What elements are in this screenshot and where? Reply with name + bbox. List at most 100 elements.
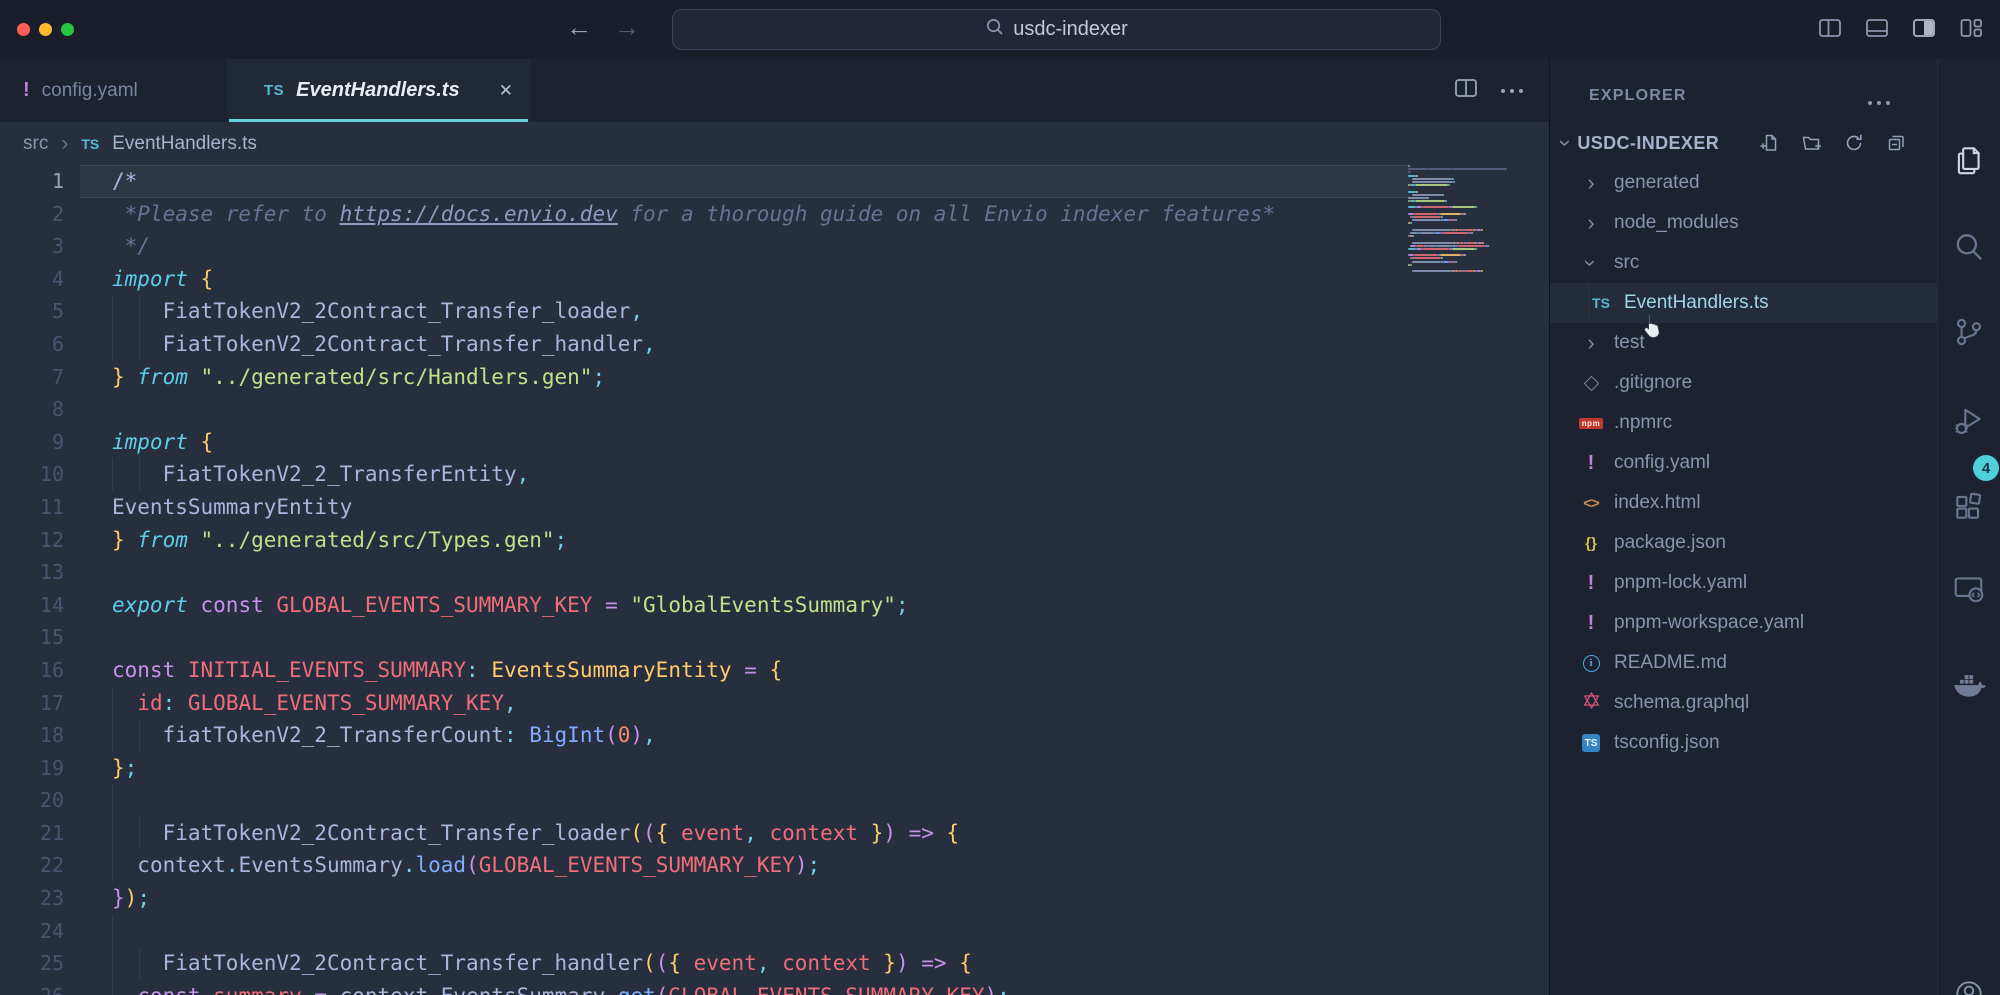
toggle-panel-icon[interactable]: [1864, 15, 1890, 41]
forward-button[interactable]: →: [614, 12, 640, 43]
line-number: 7: [0, 361, 64, 394]
tree-item-eventhandlers-ts[interactable]: TSEventHandlers.ts: [1550, 283, 1937, 323]
code-line-26[interactable]: 26 const summary = context.EventsSummary…: [0, 980, 1549, 995]
code-line-13[interactable]: 13: [0, 556, 1549, 589]
line-number: 6: [0, 328, 64, 361]
more-actions-icon[interactable]: [1501, 89, 1523, 93]
code-line-10[interactable]: 10 FiatTokenV2_2_TransferEntity,: [0, 458, 1549, 491]
tree-item-node-modules[interactable]: ›node_modules: [1550, 203, 1937, 243]
code-line-content: *Please refer to https://docs.envio.dev …: [112, 202, 1275, 226]
tree-item-pnpm-lock-yaml[interactable]: !pnpm-lock.yaml: [1550, 563, 1937, 603]
zoom-window-button[interactable]: [61, 23, 74, 36]
tree-item-config-yaml[interactable]: !config.yaml: [1550, 443, 1937, 483]
indent-guide: [112, 784, 113, 817]
code-line-15[interactable]: 15: [0, 621, 1549, 654]
code-line-8[interactable]: 8: [0, 393, 1549, 426]
docker-icon[interactable]: [1952, 670, 1986, 704]
code-line-21[interactable]: 21 FiatTokenV2_2Contract_Transfer_loader…: [0, 817, 1549, 850]
back-button[interactable]: ←: [566, 12, 592, 43]
code-line-19[interactable]: 19};: [0, 752, 1549, 785]
source-control-icon[interactable]: [1952, 315, 1986, 349]
customize-layout-icon[interactable]: [1958, 15, 1984, 41]
npm-icon: npm: [1579, 418, 1603, 429]
breadcrumb-file[interactable]: EventHandlers.ts: [112, 133, 257, 155]
split-editor-icon[interactable]: [1453, 75, 1479, 106]
code-line-12[interactable]: 12} from "../generated/src/Types.gen";: [0, 524, 1549, 557]
new-file-icon[interactable]: [1760, 133, 1780, 153]
activity-bar: 4: [1937, 59, 2000, 995]
code-line-23[interactable]: 23});: [0, 882, 1549, 915]
close-window-button[interactable]: [17, 23, 30, 36]
tree-item--gitignore[interactable]: .gitignore: [1550, 363, 1937, 403]
tree-item-label: src: [1614, 252, 1639, 274]
extensions-icon[interactable]: [1952, 490, 1986, 524]
code-line-16[interactable]: 16const INITIAL_EVENTS_SUMMARY: EventsSu…: [0, 654, 1549, 687]
code-line-18[interactable]: 18 fiatTokenV2_2_TransferCount: BigInt(0…: [0, 719, 1549, 752]
project-name: USDC-INDEXER: [1577, 133, 1719, 154]
explorer-panel: EXPLORER › USDC-INDEXER: [1549, 59, 1937, 995]
code-line-content: EventsSummaryEntity: [112, 495, 352, 519]
readme-info-icon: i: [1583, 655, 1600, 672]
line-number: 17: [0, 687, 64, 720]
minimap[interactable]: [1408, 165, 1524, 273]
close-tab-icon[interactable]: ✕: [499, 81, 513, 101]
run-debug-icon[interactable]: [1952, 404, 1986, 438]
tree-item-readme-md[interactable]: iREADME.md: [1550, 643, 1937, 683]
code-line-6[interactable]: 6 FiatTokenV2_2Contract_Transfer_handler…: [0, 328, 1549, 361]
code-line-2[interactable]: 2 *Please refer to https://docs.envio.de…: [0, 198, 1549, 231]
explorer-icon[interactable]: [1952, 144, 1986, 178]
remote-explorer-icon[interactable]: [1952, 572, 1986, 606]
chevron-down-icon: ›: [1580, 259, 1602, 266]
code-line-7[interactable]: 7 } from "../generated/src/Handlers.gen";: [0, 361, 1549, 394]
tree-item-package-json[interactable]: {}package.json: [1550, 523, 1937, 563]
tree-item-index-html[interactable]: <>index.html: [1550, 483, 1937, 523]
tab-config-yaml[interactable]: ! config.yaml: [0, 59, 227, 122]
new-folder-icon[interactable]: [1802, 133, 1822, 153]
line-number: 8: [0, 393, 64, 426]
code-line-17[interactable]: 17 id: GLOBAL_EVENTS_SUMMARY_KEY,: [0, 687, 1549, 720]
code-line-9[interactable]: 9import {: [0, 426, 1549, 459]
line-number: 21: [0, 817, 64, 850]
collapse-all-icon[interactable]: [1886, 133, 1906, 153]
toggle-secondary-sidebar-icon[interactable]: [1911, 15, 1937, 41]
tree-item-label: generated: [1614, 172, 1700, 194]
tree-item--npmrc[interactable]: npm.npmrc: [1550, 403, 1937, 443]
code-line-4[interactable]: 4import {: [0, 263, 1549, 296]
graphql-icon: [1582, 691, 1601, 716]
explorer-more-actions-icon[interactable]: [1868, 101, 1890, 105]
code-editor[interactable]: 1/*2 *Please refer to https://docs.envio…: [0, 165, 1549, 995]
typescript-icon: TS: [1592, 295, 1610, 311]
chevron-right-icon: ›: [1587, 212, 1594, 234]
tree-item-src[interactable]: › src: [1550, 243, 1937, 283]
refresh-icon[interactable]: [1844, 133, 1864, 153]
typescript-icon: TS: [264, 82, 284, 99]
tree-item-tsconfig-json[interactable]: TStsconfig.json: [1550, 723, 1937, 763]
line-number: 9: [0, 426, 64, 459]
search-sidebar-icon[interactable]: [1952, 230, 1986, 264]
code-line-11[interactable]: 11EventsSummaryEntity: [0, 491, 1549, 524]
toggle-primary-sidebar-icon[interactable]: [1817, 15, 1843, 41]
tree-item-test[interactable]: ›test: [1550, 323, 1937, 363]
code-line-5[interactable]: 5 FiatTokenV2_2Contract_Transfer_loader,: [0, 295, 1549, 328]
code-line-14[interactable]: 14export const GLOBAL_EVENTS_SUMMARY_KEY…: [0, 589, 1549, 622]
code-line-3[interactable]: 3 */: [0, 230, 1549, 263]
code-line-20[interactable]: 20: [0, 784, 1549, 817]
code-line-content: fiatTokenV2_2_TransferCount: BigInt(0),: [112, 723, 656, 747]
breadcrumb-folder[interactable]: src: [23, 133, 48, 155]
code-line-24[interactable]: 24: [0, 915, 1549, 948]
minimize-window-button[interactable]: [39, 23, 52, 36]
tree-item-schema-graphql[interactable]: schema.graphql: [1550, 683, 1937, 723]
indent-guide: [112, 915, 113, 948]
code-line-25[interactable]: 25 FiatTokenV2_2Contract_Transfer_handle…: [0, 947, 1549, 980]
code-line-content: } from "../generated/src/Handlers.gen";: [112, 365, 605, 389]
tree-item-pnpm-workspace-yaml[interactable]: !pnpm-workspace.yaml: [1550, 603, 1937, 643]
code-line-22[interactable]: 22 context.EventsSummary.load(GLOBAL_EVE…: [0, 849, 1549, 882]
tab-eventhandlers-ts[interactable]: TS EventHandlers.ts ✕: [227, 59, 530, 122]
line-number: 18: [0, 719, 64, 752]
account-icon[interactable]: [1952, 977, 1986, 995]
code-line-1[interactable]: 1/*: [0, 165, 1549, 198]
project-root-row[interactable]: › USDC-INDEXER: [1550, 123, 1937, 163]
tree-item-generated[interactable]: ›generated: [1550, 163, 1937, 203]
yaml-warning-icon: !: [1588, 612, 1595, 635]
command-center-search[interactable]: usdc-indexer: [672, 9, 1441, 50]
